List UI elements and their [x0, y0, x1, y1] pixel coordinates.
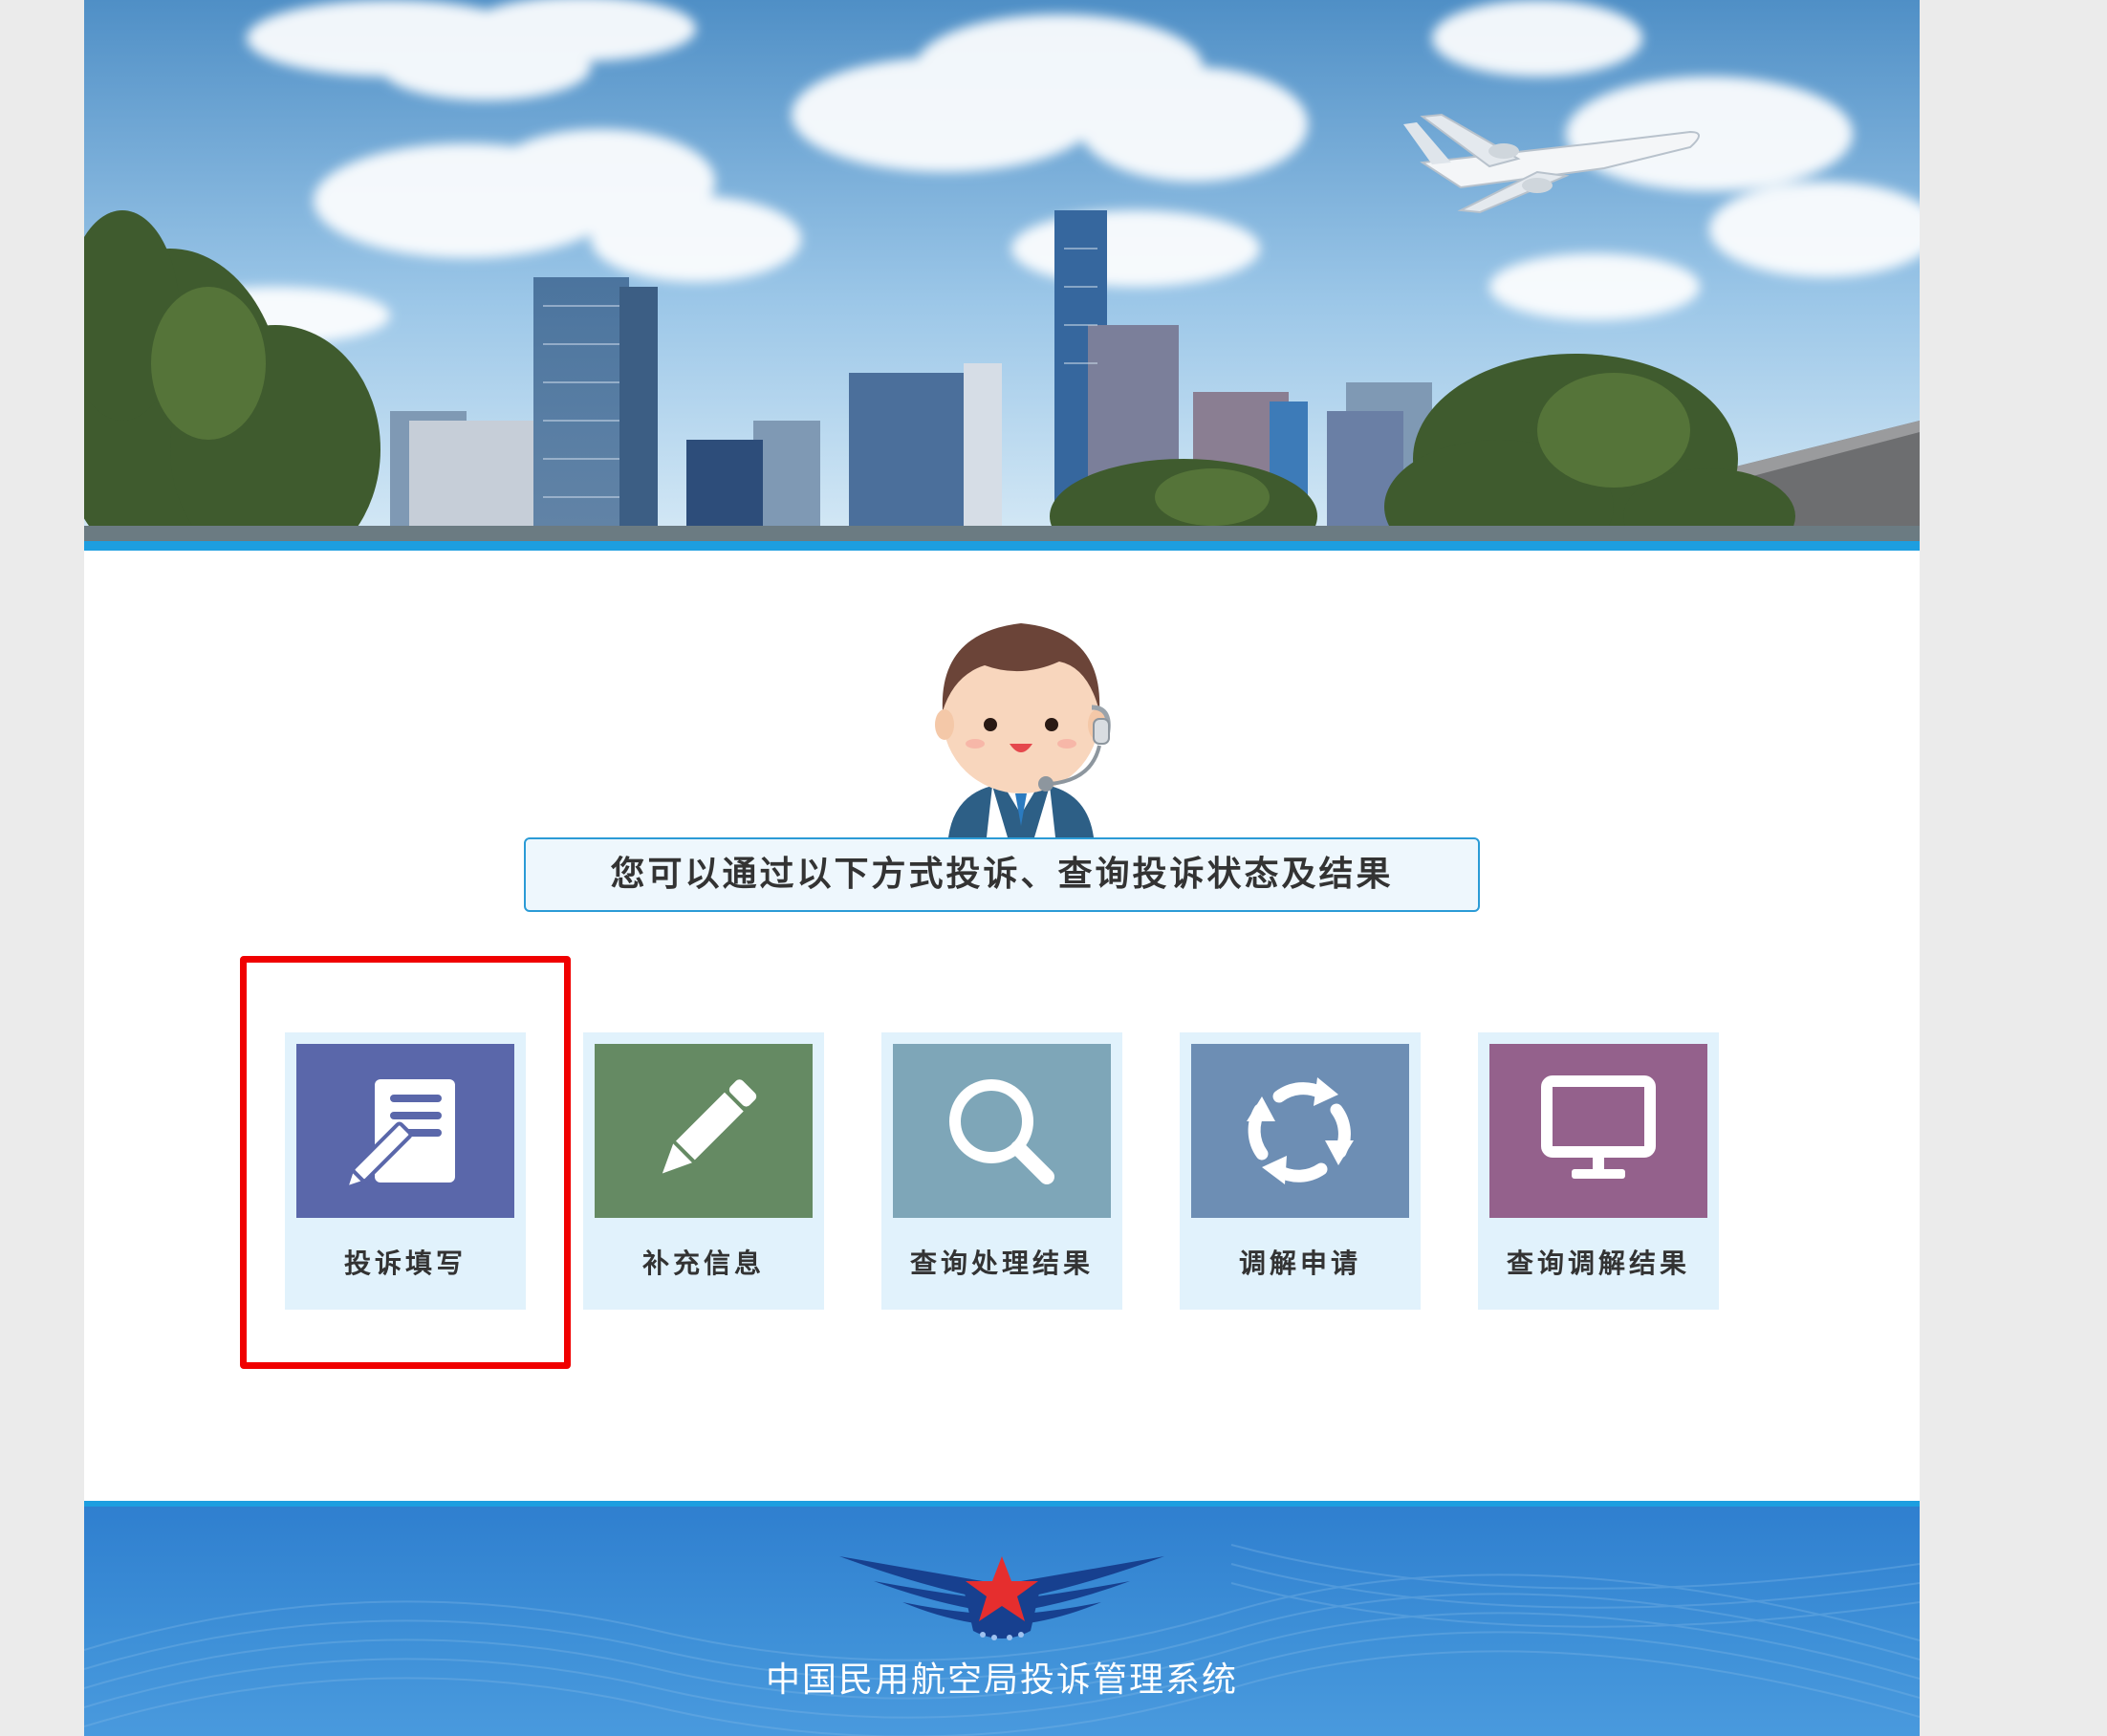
tile-icon-box — [893, 1044, 1111, 1218]
complaint-form-icon — [348, 1079, 455, 1188]
tile-complaint-form[interactable]: 投诉填写 — [285, 1032, 526, 1310]
pencil-icon — [662, 1079, 757, 1174]
tile-icon-box — [1489, 1044, 1707, 1218]
tile-icon-box — [595, 1044, 813, 1218]
tile-label: 补充信息 — [641, 1248, 765, 1279]
service-headline: 您可以通过以下方式投诉、查询投诉状态及结果 — [524, 837, 1480, 912]
tile-mediation-request[interactable]: 调解申请 — [1180, 1032, 1421, 1310]
tile-label: 查询调解结果 — [1506, 1248, 1690, 1279]
customer-service-agent-illustration — [916, 612, 1126, 837]
footer-system-title: 中国民用航空局投诉管理系统 — [765, 1660, 1238, 1700]
monitor-icon — [1541, 1075, 1656, 1179]
caac-wing-logo — [839, 1556, 1164, 1640]
hero-banner — [84, 0, 1920, 551]
tile-supplementary-info[interactable]: 补充信息 — [583, 1032, 824, 1310]
page: 您可以通过以下方式投诉、查询投诉状态及结果 投诉填写 补充信息 查询处理结果 调… — [84, 0, 1920, 1736]
tile-icon-box — [296, 1044, 514, 1218]
tile-label: 调解申请 — [1238, 1248, 1361, 1279]
footer: 中国民用航空局投诉管理系统 — [84, 1501, 1920, 1736]
refresh-cycle-icon — [1247, 1077, 1354, 1184]
tile-query-mediation-result[interactable]: 查询调解结果 — [1478, 1032, 1719, 1310]
tile-query-result[interactable]: 查询处理结果 — [881, 1032, 1122, 1310]
tile-label: 投诉填写 — [343, 1248, 467, 1279]
tile-icon-box — [1191, 1044, 1409, 1218]
tile-label: 查询处理结果 — [909, 1248, 1094, 1279]
magnifier-icon — [949, 1079, 1054, 1184]
